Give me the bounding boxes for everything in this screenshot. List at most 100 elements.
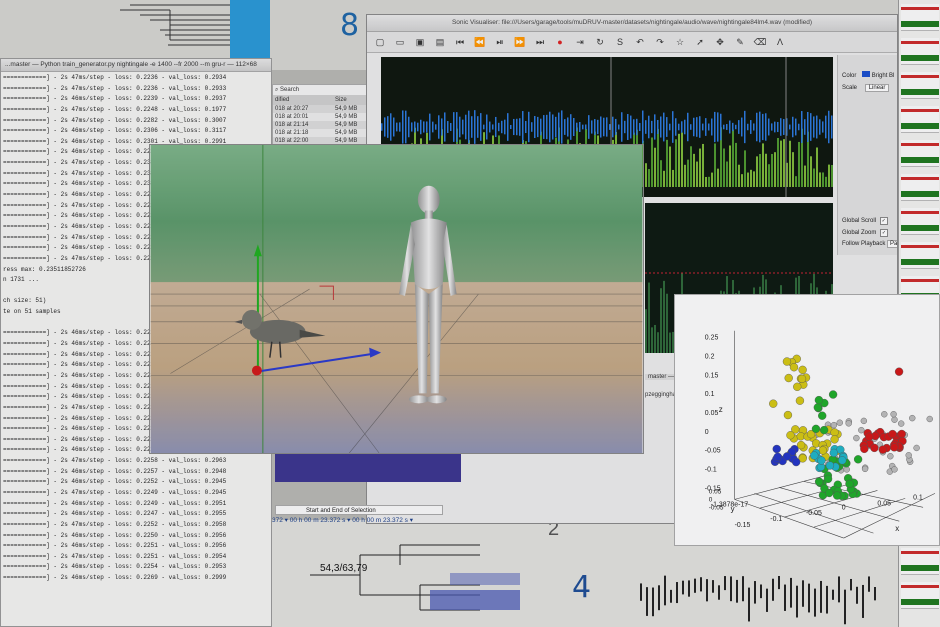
thumbnail-plot[interactable]: [901, 208, 939, 235]
scale-select[interactable]: Linear: [864, 84, 890, 92]
waveform-sample: [597, 119, 599, 135]
scatter-point: [786, 431, 795, 440]
sonogram-mark: [808, 583, 810, 613]
waveform-sample: [639, 122, 641, 132]
scatter-point: [858, 426, 865, 434]
file-row[interactable]: 018 at 20:27 54,9 MB: [273, 105, 369, 113]
move-icon[interactable]: ✥: [713, 37, 727, 48]
thumbnail-plot[interactable]: [901, 38, 939, 65]
select-icon[interactable]: ➚: [693, 37, 707, 48]
spectrum-column: [804, 165, 806, 187]
file-row[interactable]: 018 at 21:18 54,9 MB: [273, 129, 369, 137]
sonogram-mark: [874, 586, 876, 601]
x-tick-label: 0.1: [913, 494, 923, 501]
thumbnail-plot[interactable]: [901, 72, 939, 99]
redo-icon[interactable]: ↷: [653, 37, 667, 48]
thumbnail-plot[interactable]: [901, 582, 939, 609]
spectrum-column: [750, 169, 752, 187]
waveform-sample: [519, 118, 521, 136]
solo-icon[interactable]: S: [613, 37, 627, 47]
scatter-point: [814, 477, 824, 486]
waveform-sample: [498, 122, 500, 132]
record-icon[interactable]: ●: [553, 37, 567, 47]
draw-icon[interactable]: ✎: [733, 37, 747, 48]
scatter-point: [845, 479, 854, 489]
waveform-sample: [681, 121, 683, 133]
scatter-point: [810, 451, 819, 460]
forward-end-icon[interactable]: ⏭: [533, 37, 547, 48]
play-pause-icon[interactable]: ⏯: [493, 37, 507, 48]
spectrum-column: [780, 140, 782, 187]
file-row[interactable]: 018 at 20:01 54,9 MB: [273, 113, 369, 121]
rewind-start-icon[interactable]: ⏮: [453, 37, 467, 48]
waveform-sample: [708, 123, 710, 131]
waveform-sample: [399, 122, 401, 132]
save-icon[interactable]: ▣: [413, 37, 427, 48]
selection-timecode[interactable]: 372 ▾ 00 h 00 m 23.372 s ▾ 00 h 00 m 23.…: [272, 516, 462, 526]
forward-icon[interactable]: ⏩: [513, 37, 527, 48]
scale-label: Scale: [842, 85, 858, 91]
play-selection-icon[interactable]: ⇥: [573, 37, 587, 48]
thumbnail-plot[interactable]: [901, 548, 939, 575]
spectrum-column: [747, 172, 749, 187]
thumbnail-plot[interactable]: [901, 106, 939, 133]
spectrum-column: [651, 137, 653, 187]
spectrum-column: [732, 129, 734, 187]
waveform-sample: [507, 113, 509, 141]
file-row[interactable]: 018 at 21:14 54,9 MB: [273, 121, 369, 129]
score-label: 54,3/63,79: [320, 563, 368, 574]
spectrogram-column: [669, 332, 671, 353]
waveform-sample: [471, 116, 473, 138]
measure-icon[interactable]: Λ: [773, 37, 787, 47]
spectrum-column: [669, 146, 671, 187]
waveform-sample: [486, 114, 488, 140]
sonogram-mark: [742, 576, 744, 602]
scatter-point: [838, 456, 847, 465]
erase-icon[interactable]: ⌫: [753, 37, 767, 48]
thumbnail-plot[interactable]: [901, 140, 939, 167]
thumbnail-plot[interactable]: [901, 174, 939, 201]
sonogram-mark: [814, 588, 816, 617]
z-tick-label: 0.25: [705, 335, 719, 342]
loop-icon[interactable]: ↻: [593, 37, 607, 48]
follow-playback-select[interactable]: Pa: [887, 240, 897, 248]
file-list-search[interactable]: ⌕ Search: [273, 85, 369, 95]
waveform-sample: [822, 121, 824, 133]
waveform-sample: [465, 114, 467, 140]
spectrogram-column: [654, 324, 656, 353]
global-scroll-checkbox[interactable]: ✓: [879, 217, 888, 225]
sonogram-mark: [772, 578, 774, 601]
tab-label-master: master —: [645, 374, 678, 380]
gizmo-origin[interactable]: [251, 365, 262, 376]
thumbnail-plot[interactable]: [901, 242, 939, 269]
selection-mode-select[interactable]: Start and End of Selection: [275, 505, 443, 515]
3d-viewport[interactable]: [149, 144, 644, 454]
x-tick-label: -0.05: [806, 510, 822, 517]
z-tick-label: 0.1: [705, 391, 715, 398]
thumbnail-plot[interactable]: [901, 4, 939, 31]
waveform-sample: [540, 118, 542, 136]
export-icon[interactable]: ▤: [433, 37, 447, 48]
spectrum-column: [756, 156, 758, 187]
new-icon[interactable]: ▢: [373, 37, 387, 48]
global-zoom-label: Global Zoom: [842, 230, 877, 236]
rewind-icon[interactable]: ⏪: [473, 37, 487, 48]
scatter-point: [798, 365, 807, 375]
dendrogram-bottom: [310, 544, 520, 611]
file-list[interactable]: ⌕ Search dified Size 018 at 20:27 54,9 MB…: [272, 84, 370, 146]
scatter-point: [784, 373, 793, 383]
global-zoom-checkbox[interactable]: ✓: [880, 229, 889, 237]
scatter-point: [814, 395, 824, 405]
terminal-line: ============] - 2s 46ms/step - loss: 0.2…: [3, 563, 227, 571]
waveform-sample: [588, 115, 590, 139]
open-icon[interactable]: ▭: [393, 37, 407, 48]
waveform-sample: [606, 117, 608, 137]
color-label: Color: [842, 73, 857, 79]
navigate-icon[interactable]: ☆: [673, 37, 687, 48]
waveform-sample: [711, 118, 713, 136]
waveform-sample: [783, 119, 785, 135]
sonogram-mark: [868, 576, 870, 592]
color-select[interactable]: Bright Bl: [872, 73, 895, 79]
undo-icon[interactable]: ↶: [633, 37, 647, 48]
spectrum-column: [702, 143, 704, 187]
